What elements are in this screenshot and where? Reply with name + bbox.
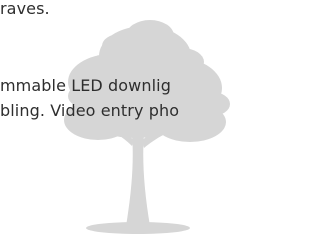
content-crop: raves. mmable LED downlig bling. Video e… xyxy=(0,0,248,245)
tree-icon xyxy=(64,20,230,234)
text-line-1: raves. xyxy=(0,0,50,18)
text-line-2: mmable LED downlig xyxy=(0,76,171,95)
text-line-3: bling. Video entry pho xyxy=(0,101,180,120)
